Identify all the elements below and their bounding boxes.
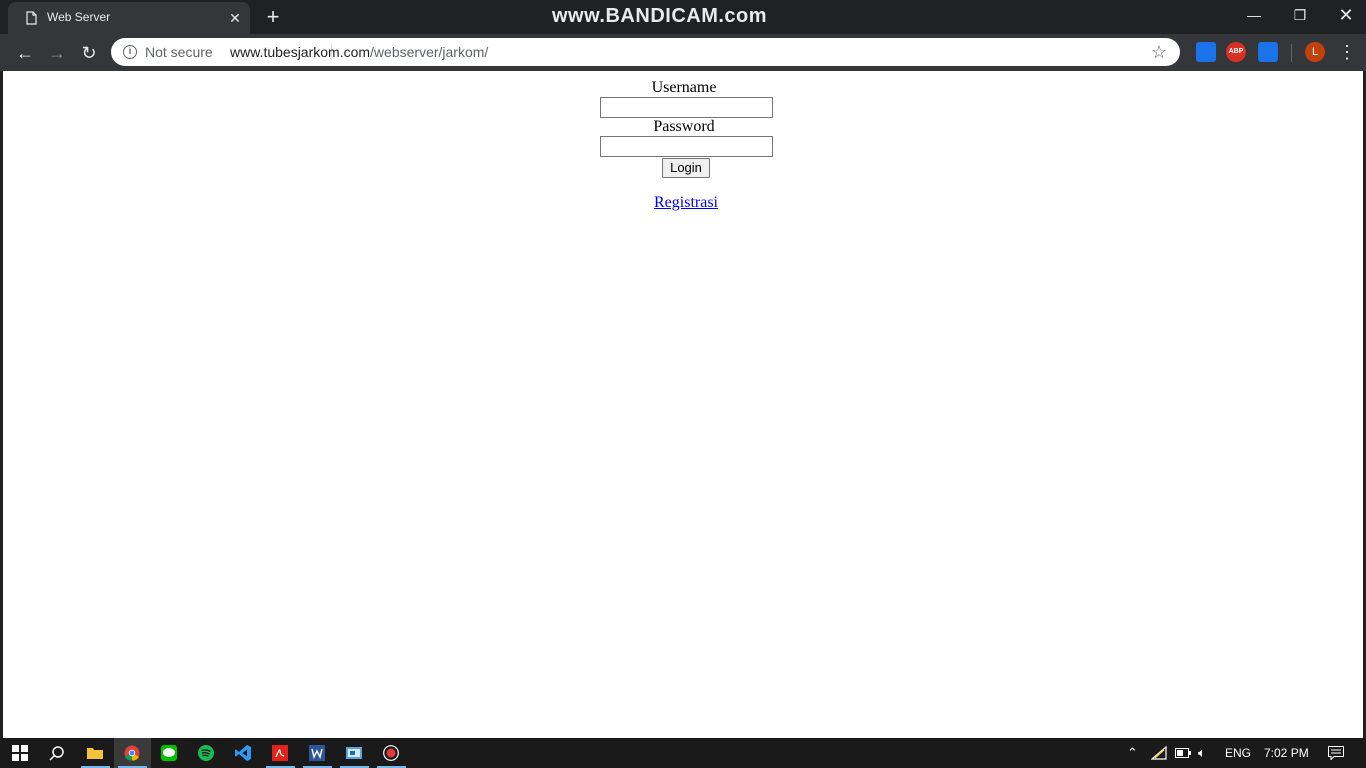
reload-button[interactable]: ↻ [75,39,103,67]
battery-icon[interactable] [1175,748,1191,758]
security-label[interactable]: Not secure [145,44,213,60]
bandicam-button[interactable] [373,738,410,768]
tab-title: Web Server [47,10,111,24]
password-input[interactable] [600,136,773,157]
menu-icon[interactable]: ⋮ [1338,42,1356,62]
adblock-plus-icon[interactable]: ABP [1226,42,1246,62]
start-button[interactable] [2,738,39,768]
username-input[interactable] [600,97,773,118]
word-icon [309,745,325,761]
browser-toolbar: ← → ↻ i Not secure www.tubesjarkom.com/w… [0,34,1366,71]
address-bar[interactable]: i Not secure www.tubesjarkom.com/webserv… [111,38,1180,66]
windows-icon [12,745,28,761]
watermark: www.BANDICAM.com [552,5,768,27]
vscode-icon [235,745,251,761]
acrobat-button[interactable] [262,738,299,768]
control-panel-icon [346,747,362,759]
language-indicator[interactable]: ENG [1225,738,1251,768]
taskbar: ⌃ 🔈︎ ENG 7:02 PM [0,738,1366,768]
close-window-button[interactable]: ✕ [1323,0,1366,30]
new-tab-button[interactable]: + [262,6,284,28]
back-button[interactable]: ← [11,39,39,67]
acrobat-icon [272,745,288,761]
tab-web-server[interactable]: Web Server ✕ [8,2,250,34]
line-button[interactable] [151,738,188,768]
spotify-icon [198,745,214,761]
vscode-button[interactable] [225,738,262,768]
extension-icon[interactable] [1196,42,1216,62]
tray-chevron-icon[interactable]: ⌃ [1127,738,1138,768]
page-viewport: Username Password Login Registrasi [3,71,1363,738]
divider [1291,44,1292,62]
word-button[interactable] [299,738,336,768]
profile-avatar[interactable]: L [1305,42,1325,62]
volume-icon[interactable]: 🔈︎ [1198,738,1206,768]
clock[interactable]: 7:02 PM [1264,738,1309,768]
chrome-button[interactable] [114,738,151,768]
control-panel-button[interactable] [336,738,373,768]
search-button[interactable] [39,738,76,768]
username-label: Username [651,79,717,96]
record-icon [383,745,399,761]
search-icon [49,746,64,761]
wifi-icon[interactable] [1151,746,1167,760]
login-button[interactable]: Login [662,158,710,178]
tab-strip: Web Server ✕ + www.BANDICAM.com — ❐ ✕ [0,0,1366,34]
info-icon[interactable]: i [123,45,137,59]
chrome-icon [124,745,140,761]
url-text[interactable]: www.tubesjarkom.com/webserver/jarkom/ [230,44,488,60]
folder-icon [87,748,103,759]
extension-icon[interactable] [1258,42,1278,62]
url-host: www.tubesjarkom.com [230,44,371,60]
register-link[interactable]: Registrasi [3,194,1366,212]
tab-close-icon[interactable]: ✕ [227,10,243,26]
notifications-icon[interactable] [1328,746,1344,760]
forward-button[interactable]: → [43,39,71,67]
line-chat-icon [161,745,177,761]
minimize-button[interactable]: — [1231,0,1277,30]
password-label: Password [653,118,715,135]
url-path: /webserver/jarkom/ [370,44,489,60]
spotify-button[interactable] [188,738,225,768]
bookmark-star-icon[interactable]: ☆ [1151,42,1167,62]
maximize-button[interactable]: ❐ [1277,0,1323,30]
file-explorer-button[interactable] [77,738,114,768]
page-icon [26,11,37,25]
